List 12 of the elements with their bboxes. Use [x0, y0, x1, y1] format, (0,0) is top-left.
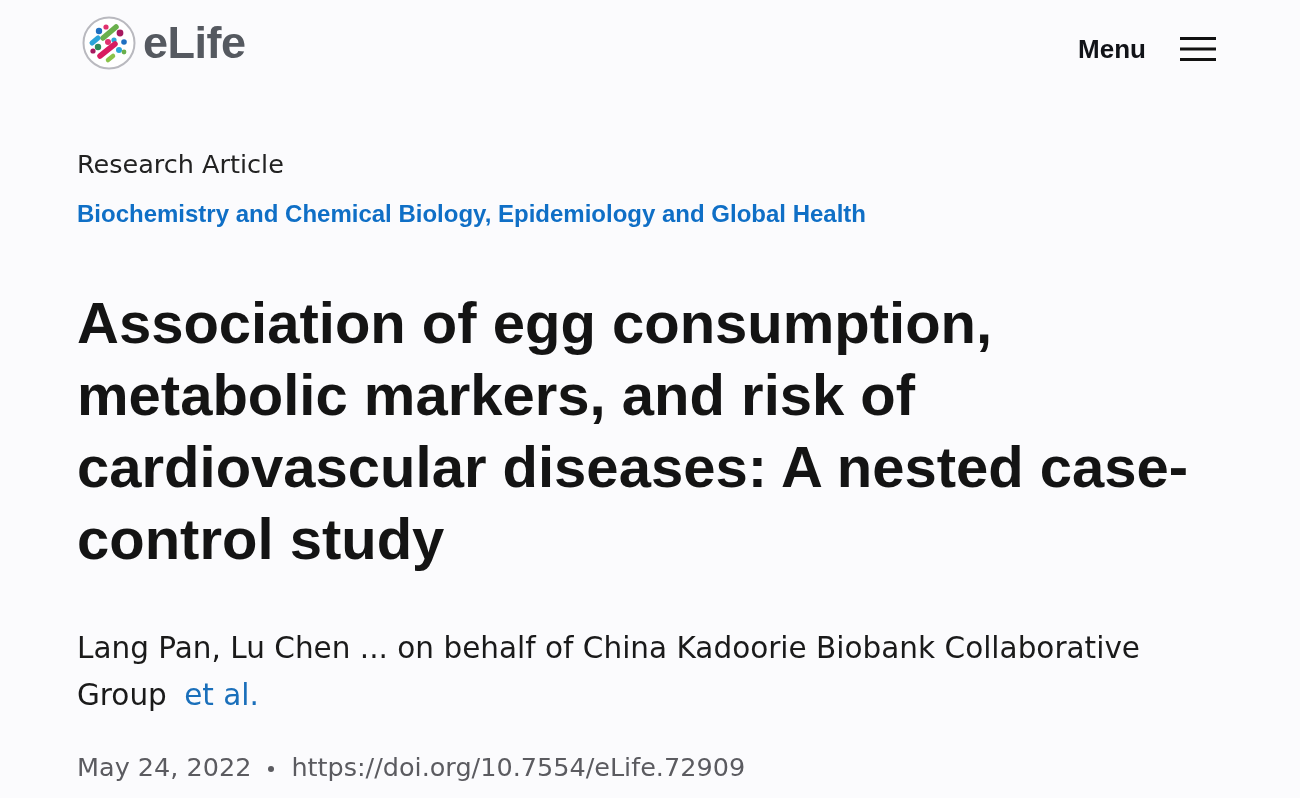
- doi-link[interactable]: https://doi.org/10.7554/eLife.72909: [291, 749, 746, 785]
- separator-dot-icon: [268, 766, 275, 772]
- logo-text[interactable]: eLife: [143, 16, 246, 70]
- et-al-link[interactable]: et al.: [184, 678, 259, 712]
- article-type: Research Article: [77, 149, 284, 179]
- menu-icon: [1180, 37, 1216, 61]
- publication-date: May 24, 2022: [77, 751, 252, 784]
- logo-icon[interactable]: [82, 16, 136, 70]
- article-title: Association of egg consumption, metabolic markers, and risk of cardiovascular diseases: A nested case-control study: [77, 289, 1190, 573]
- menu-button[interactable]: Menu: [1078, 34, 1216, 64]
- subjects-link[interactable]: Biochemistry and Chemical Biology, Epidemiology and Global Health: [77, 200, 867, 227]
- author-list: Lang Pan, Lu Chen ... on behalf of China Kadoorie Biobank Collaborative Group et al.: [77, 625, 1177, 719]
